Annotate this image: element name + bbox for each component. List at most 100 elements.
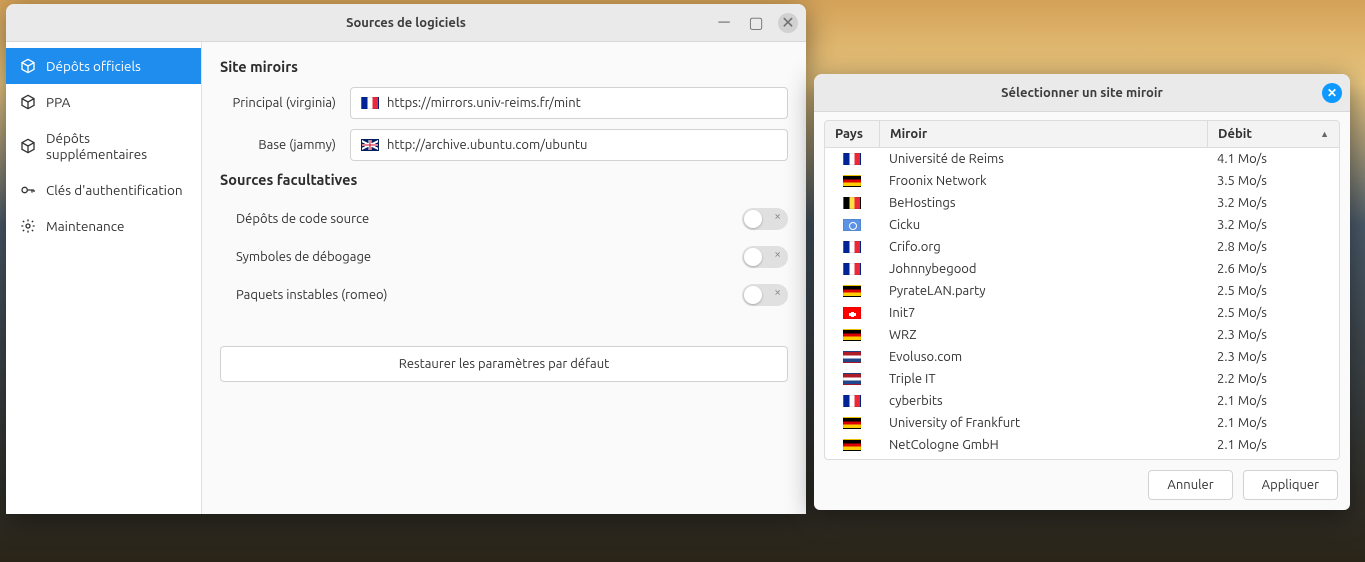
mirror-speed: 2.2 Mo/s xyxy=(1207,370,1339,388)
flag-de-icon xyxy=(843,329,861,341)
mirror-name: University of Frankfurt xyxy=(879,414,1207,432)
table-row[interactable]: NetCologne GmbH2.1 Mo/s xyxy=(825,434,1339,456)
sidebar-item-maintenance[interactable]: Maintenance xyxy=(6,208,201,244)
table-row[interactable]: Triple IT2.2 Mo/s xyxy=(825,368,1339,390)
flag-de-icon xyxy=(843,417,861,429)
flag-uk-icon xyxy=(361,139,379,151)
mirror-name: cyberbits xyxy=(879,392,1207,410)
flag-fr-icon xyxy=(361,97,379,109)
mirror-name: WRZ xyxy=(879,326,1207,344)
sidebar-item-label: Dépôts officiels xyxy=(46,58,141,74)
toggle-switch[interactable]: × xyxy=(742,246,788,268)
option-label: Symboles de débogage xyxy=(236,250,371,264)
dialog-close-button[interactable]: ✕ xyxy=(1322,83,1342,103)
mirror-name: PyrateLAN.party xyxy=(879,282,1207,300)
flag-nl-icon xyxy=(843,351,861,363)
sidebar-item-label: Dépôts supplémentaires xyxy=(46,130,187,162)
close-button[interactable]: ✕ xyxy=(778,13,798,33)
titlebar[interactable]: Sources de logiciels ─ ▢ ✕ xyxy=(6,4,806,42)
sidebar-item-d-p-ts-suppl-mentaires[interactable]: Dépôts supplémentaires xyxy=(6,120,201,172)
mirror-speed: 2.5 Mo/s xyxy=(1207,282,1339,300)
package-icon xyxy=(20,94,36,110)
sidebar-item-d-p-ts-officiels[interactable]: Dépôts officiels xyxy=(6,48,201,84)
principal-label: Principal (virginia) xyxy=(220,96,336,110)
maximize-button[interactable]: ▢ xyxy=(746,13,766,33)
mirror-speed: 2.6 Mo/s xyxy=(1207,260,1339,278)
mirror-name: BeHostings xyxy=(879,194,1207,212)
mirror-speed: 2.3 Mo/s xyxy=(1207,326,1339,344)
col-mirror[interactable]: Miroir xyxy=(879,121,1207,147)
table-row[interactable]: Froonix Network3.5 Mo/s xyxy=(825,170,1339,192)
mirror-name: NetCologne GmbH xyxy=(879,436,1207,454)
flag-ch-icon xyxy=(843,307,861,319)
restore-defaults-button[interactable]: Restaurer les paramètres par défaut xyxy=(220,346,788,382)
table-row[interactable]: Init72.5 Mo/s xyxy=(825,302,1339,324)
option-label: Paquets instables (romeo) xyxy=(236,288,388,302)
sidebar: Dépôts officiels PPA Dépôts supplémentaire… xyxy=(6,42,202,514)
software-sources-window: Sources de logiciels ─ ▢ ✕ Dépôts offici… xyxy=(6,4,806,514)
table-row[interactable]: cyberbits2.1 Mo/s xyxy=(825,390,1339,412)
cancel-button[interactable]: Annuler xyxy=(1148,470,1232,500)
sidebar-item-label: Clés d'authentification xyxy=(46,182,183,198)
mirror-name: Triple IT xyxy=(879,370,1207,388)
table-row[interactable]: Evoluso.com2.3 Mo/s xyxy=(825,346,1339,368)
dialog-titlebar[interactable]: Sélectionner un site miroir ✕ xyxy=(814,74,1350,112)
toggle-switch[interactable]: × xyxy=(742,208,788,230)
select-mirror-dialog: Sélectionner un site miroir ✕ Pays Miroi… xyxy=(814,74,1350,510)
col-speed[interactable]: Débit ▲ xyxy=(1207,121,1339,147)
flag-nl-icon xyxy=(843,373,861,385)
apply-button[interactable]: Appliquer xyxy=(1243,470,1338,500)
flag-de-icon xyxy=(843,285,861,297)
window-title: Sources de logiciels xyxy=(346,16,466,30)
mirror-speed: 2.1 Mo/s xyxy=(1207,414,1339,432)
sidebar-item-label: Maintenance xyxy=(46,218,124,234)
table-row[interactable]: PyrateLAN.party2.5 Mo/s xyxy=(825,280,1339,302)
option-row: Paquets instables (romeo) × xyxy=(220,276,788,314)
mirror-name: Evoluso.com xyxy=(879,348,1207,366)
table-row[interactable]: Cicku3.2 Mo/s xyxy=(825,214,1339,236)
content-area: Site miroirs Principal (virginia) https:… xyxy=(202,42,806,514)
table-header: Pays Miroir Débit ▲ xyxy=(825,121,1339,148)
package-icon xyxy=(20,58,36,74)
principal-mirror-input[interactable]: https://mirrors.univ-reims.fr/mint xyxy=(350,87,788,119)
base-mirror-value: http://archive.ubuntu.com/ubuntu xyxy=(387,138,587,152)
table-row[interactable]: BeHostings3.2 Mo/s xyxy=(825,192,1339,214)
mirror-speed: 2.1 Mo/s xyxy=(1207,392,1339,410)
option-row: Dépôts de code source × xyxy=(220,200,788,238)
flag-de-icon xyxy=(843,439,861,451)
key-icon xyxy=(20,182,36,198)
flag-fr-icon xyxy=(843,395,861,407)
dialog-footer: Annuler Appliquer xyxy=(824,460,1340,510)
mirror-speed: 3.5 Mo/s xyxy=(1207,172,1339,190)
gear-icon xyxy=(20,218,36,234)
mirror-speed: 2.1 Mo/s xyxy=(1207,436,1339,454)
option-row: Symboles de débogage × xyxy=(220,238,788,276)
minimize-button[interactable]: ─ xyxy=(714,13,734,33)
table-row[interactable]: Université de Reims4.1 Mo/s xyxy=(825,148,1339,170)
table-row[interactable]: WRZ2.3 Mo/s xyxy=(825,324,1339,346)
mirror-name: Crifo.org xyxy=(879,238,1207,256)
flag-fr-icon xyxy=(843,263,861,275)
col-country[interactable]: Pays xyxy=(825,121,879,147)
base-row: Base (jammy) http://archive.ubuntu.com/u… xyxy=(220,129,788,161)
sidebar-item-cl-s-d-authentification[interactable]: Clés d'authentification xyxy=(6,172,201,208)
table-row[interactable]: University of Frankfurt2.1 Mo/s xyxy=(825,412,1339,434)
mirrors-heading: Site miroirs xyxy=(220,58,788,75)
flag-un-icon xyxy=(843,219,861,231)
toggle-switch[interactable]: × xyxy=(742,284,788,306)
table-body[interactable]: Université de Reims4.1 Mo/sFroonix Netwo… xyxy=(825,148,1339,459)
sidebar-item-label: PPA xyxy=(46,94,70,110)
table-row[interactable]: Johnnybegood2.6 Mo/s xyxy=(825,258,1339,280)
principal-row: Principal (virginia) https://mirrors.uni… xyxy=(220,87,788,119)
principal-mirror-value: https://mirrors.univ-reims.fr/mint xyxy=(387,96,581,110)
base-mirror-input[interactable]: http://archive.ubuntu.com/ubuntu xyxy=(350,129,788,161)
mirror-speed: 4.1 Mo/s xyxy=(1207,150,1339,168)
sort-desc-icon: ▲ xyxy=(1320,129,1329,139)
option-label: Dépôts de code source xyxy=(236,212,369,226)
flag-be-icon xyxy=(843,197,861,209)
mirror-name: Init7 xyxy=(879,304,1207,322)
flag-fr-icon xyxy=(843,153,861,165)
table-row[interactable]: Crifo.org2.8 Mo/s xyxy=(825,236,1339,258)
sidebar-item-ppa[interactable]: PPA xyxy=(6,84,201,120)
mirror-name: Cicku xyxy=(879,216,1207,234)
